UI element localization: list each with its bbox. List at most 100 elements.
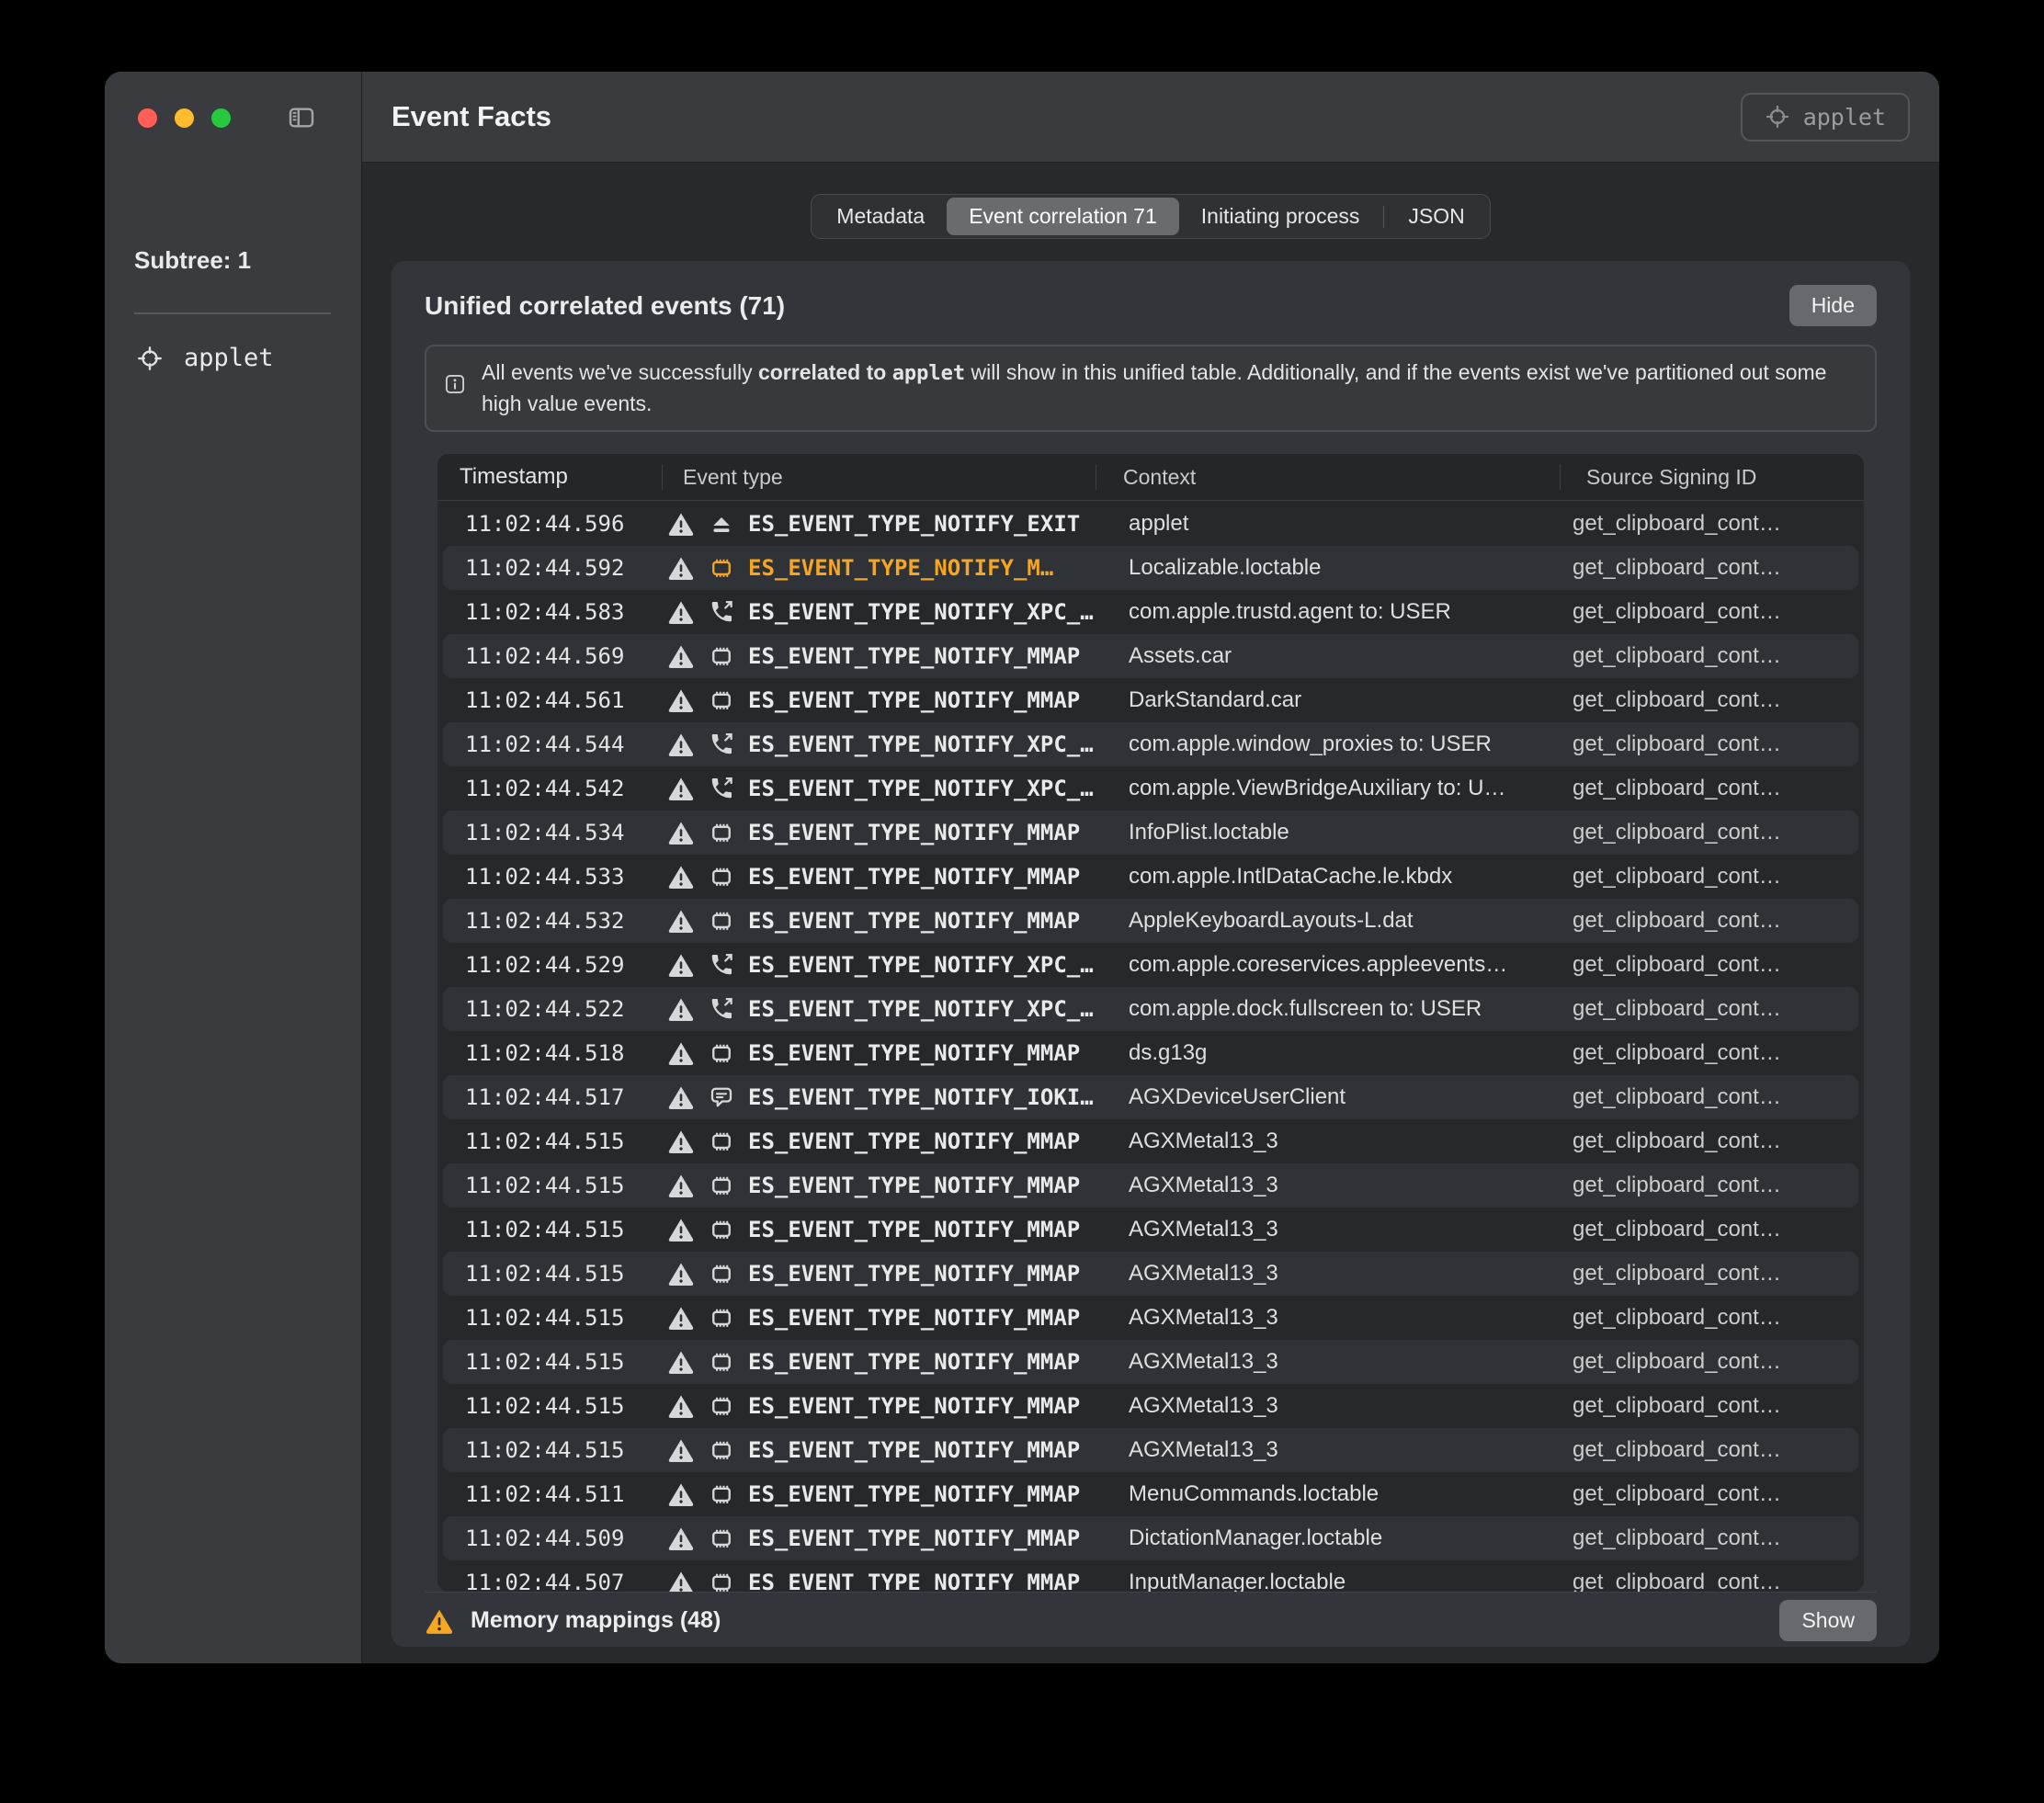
- cell-timestamp: 11:02:44.518: [465, 1040, 625, 1066]
- show-button[interactable]: Show: [1779, 1600, 1877, 1641]
- cell-source-signing-id: get_clipboard_cont…: [1573, 1525, 1781, 1550]
- cell-event-type: ES_EVENT_TYPE_NOTIFY_MMAP: [667, 907, 1101, 935]
- memory-chip-icon: [708, 1392, 735, 1420]
- table-row[interactable]: 11:02:44.561 ES_EVENT_TYPE_NOTIFY_MMAP D…: [443, 678, 1858, 722]
- info-text: All events we've successfully correlated…: [482, 360, 1827, 415]
- warning-icon: [667, 1436, 695, 1464]
- table-row[interactable]: 11:02:44.592 ES_EVENT_TYPE_NOTIFY_M… Loc…: [443, 546, 1858, 590]
- cell-context: AGXMetal13_3: [1129, 1349, 1278, 1374]
- cell-timestamp: 11:02:44.515: [465, 1305, 625, 1331]
- table-row[interactable]: 11:02:44.509 ES_EVENT_TYPE_NOTIFY_MMAP D…: [443, 1516, 1858, 1560]
- cell-timestamp: 11:02:44.583: [465, 599, 625, 625]
- table-row[interactable]: 11:02:44.534 ES_EVENT_TYPE_NOTIFY_MMAP I…: [443, 811, 1858, 855]
- cell-context: DarkStandard.car: [1129, 687, 1302, 712]
- cell-context: InfoPlist.loctable: [1129, 820, 1289, 845]
- cell-source-signing-id: get_clipboard_cont…: [1573, 599, 1781, 624]
- event-type-label: ES_EVENT_TYPE_NOTIFY_XPC_…: [748, 996, 1094, 1022]
- info-icon: [443, 372, 467, 396]
- warning-icon: [667, 907, 695, 935]
- table-row[interactable]: 11:02:44.569 ES_EVENT_TYPE_NOTIFY_MMAP A…: [443, 634, 1858, 678]
- table-row[interactable]: 11:02:44.529 ES_EVENT_TYPE_NOTIFY_XPC_… …: [443, 943, 1858, 987]
- warning-icon: [667, 995, 695, 1023]
- cell-context: com.apple.window_proxies to: USER: [1129, 731, 1492, 756]
- cell-event-type: ES_EVENT_TYPE_NOTIFY_MMAP: [667, 819, 1101, 846]
- panel-header: Unified correlated events (71) Hide: [425, 285, 1877, 326]
- event-type-label: ES_EVENT_TYPE_NOTIFY_MMAP: [748, 1525, 1081, 1551]
- tab-initiating-process[interactable]: Initiating process: [1179, 198, 1382, 235]
- cell-context: Assets.car: [1129, 643, 1232, 668]
- event-type-label: ES_EVENT_TYPE_NOTIFY_XPC_…: [748, 599, 1094, 625]
- table-row[interactable]: 11:02:44.532 ES_EVENT_TYPE_NOTIFY_MMAP A…: [443, 899, 1858, 943]
- table-row[interactable]: 11:02:44.517 ES_EVENT_TYPE_NOTIFY_IOKI… …: [443, 1075, 1858, 1119]
- target-applet-label: applet: [1802, 103, 1886, 130]
- cell-source-signing-id: get_clipboard_cont…: [1573, 1481, 1781, 1506]
- cell-event-type: ES_EVENT_TYPE_NOTIFY_XPC_…: [667, 951, 1101, 979]
- cell-event-type: ES_EVENT_TYPE_NOTIFY_XPC_…: [667, 731, 1101, 758]
- cell-timestamp: 11:02:44.569: [465, 643, 625, 669]
- warning-icon: [667, 554, 695, 582]
- cell-event-type: ES_EVENT_TYPE_NOTIFY_XPC_…: [667, 775, 1101, 802]
- cell-context: InputManager.loctable: [1129, 1570, 1346, 1592]
- table-row[interactable]: 11:02:44.522 ES_EVENT_TYPE_NOTIFY_XPC_… …: [443, 987, 1858, 1031]
- speech-bubble-icon: [708, 1083, 735, 1111]
- memory-chip-icon: [708, 1436, 735, 1464]
- target-applet-button[interactable]: applet: [1740, 92, 1910, 142]
- table-row[interactable]: 11:02:44.507 ES_EVENT_TYPE_NOTIFY_MMAP I…: [443, 1560, 1858, 1592]
- cell-context: com.apple.trustd.agent to: USER: [1129, 599, 1451, 624]
- table-row[interactable]: 11:02:44.515 ES_EVENT_TYPE_NOTIFY_MMAP A…: [443, 1163, 1858, 1208]
- table-row[interactable]: 11:02:44.544 ES_EVENT_TYPE_NOTIFY_XPC_… …: [443, 722, 1858, 766]
- table-row[interactable]: 11:02:44.511 ES_EVENT_TYPE_NOTIFY_MMAP M…: [443, 1472, 1858, 1516]
- event-type-label: ES_EVENT_TYPE_NOTIFY_MMAP: [748, 687, 1081, 713]
- cell-event-type: ES_EVENT_TYPE_NOTIFY_MMAP: [667, 686, 1101, 714]
- table-row[interactable]: 11:02:44.515 ES_EVENT_TYPE_NOTIFY_MMAP A…: [443, 1384, 1858, 1428]
- memory-mappings-bar: Memory mappings (48) Show: [425, 1592, 1877, 1647]
- warning-icon: [667, 1083, 695, 1111]
- table-row[interactable]: 11:02:44.515 ES_EVENT_TYPE_NOTIFY_MMAP A…: [443, 1340, 1858, 1384]
- sidebar-item-applet[interactable]: applet: [136, 344, 274, 372]
- sidebar-toggle-icon[interactable]: [285, 103, 318, 132]
- table-row[interactable]: 11:02:44.515 ES_EVENT_TYPE_NOTIFY_MMAP A…: [443, 1208, 1858, 1252]
- cell-context: com.apple.IntlDataCache.le.kbdx: [1129, 864, 1453, 889]
- cell-timestamp: 11:02:44.507: [465, 1570, 625, 1592]
- table-row[interactable]: 11:02:44.515 ES_EVENT_TYPE_NOTIFY_MMAP A…: [443, 1252, 1858, 1296]
- memory-chip-icon: [708, 819, 735, 846]
- memory-chip-icon: [708, 1128, 735, 1155]
- tab-event-correlation-71[interactable]: Event correlation 71: [947, 198, 1179, 235]
- sidebar-divider: [134, 312, 331, 314]
- tab-json[interactable]: JSON: [1386, 198, 1486, 235]
- cell-timestamp: 11:02:44.515: [465, 1437, 625, 1463]
- cell-timestamp: 11:02:44.534: [465, 820, 625, 845]
- tab-metadata[interactable]: Metadata: [814, 198, 947, 235]
- event-type-label: ES_EVENT_TYPE_NOTIFY_MMAP: [748, 1305, 1081, 1331]
- cell-source-signing-id: get_clipboard_cont…: [1573, 1173, 1781, 1197]
- table-row[interactable]: 11:02:44.533 ES_EVENT_TYPE_NOTIFY_MMAP c…: [443, 855, 1858, 899]
- warning-icon: [667, 775, 695, 802]
- cell-source-signing-id: get_clipboard_cont…: [1573, 1128, 1781, 1153]
- title-bar: Event Facts applet: [362, 72, 1939, 163]
- table-row[interactable]: 11:02:44.515 ES_EVENT_TYPE_NOTIFY_MMAP A…: [443, 1119, 1858, 1163]
- cell-source-signing-id: get_clipboard_cont…: [1573, 952, 1781, 977]
- memory-chip-icon: [708, 863, 735, 890]
- warning-icon: [667, 1172, 695, 1199]
- cell-event-type: ES_EVENT_TYPE_NOTIFY_MMAP: [667, 642, 1101, 670]
- table-row[interactable]: 11:02:44.515 ES_EVENT_TYPE_NOTIFY_MMAP A…: [443, 1428, 1858, 1472]
- warning-icon: [667, 1304, 695, 1332]
- zoom-window-button[interactable]: [211, 108, 231, 128]
- memory-chip-icon: [708, 1304, 735, 1332]
- minimize-window-button[interactable]: [175, 108, 194, 128]
- phone-call-icon: [708, 995, 735, 1023]
- cell-context: AGXMetal13_3: [1129, 1173, 1278, 1197]
- cell-timestamp: 11:02:44.515: [465, 1217, 625, 1242]
- cell-timestamp: 11:02:44.544: [465, 731, 625, 757]
- table-row[interactable]: 11:02:44.518 ES_EVENT_TYPE_NOTIFY_MMAP d…: [443, 1031, 1858, 1075]
- table-row[interactable]: 11:02:44.542 ES_EVENT_TYPE_NOTIFY_XPC_… …: [443, 766, 1858, 811]
- table-row[interactable]: 11:02:44.515 ES_EVENT_TYPE_NOTIFY_MMAP A…: [443, 1296, 1858, 1340]
- close-window-button[interactable]: [138, 108, 157, 128]
- table-row[interactable]: 11:02:44.583 ES_EVENT_TYPE_NOTIFY_XPC_… …: [443, 590, 1858, 634]
- memory-chip-icon: [708, 686, 735, 714]
- event-type-label: ES_EVENT_TYPE_NOTIFY_MMAP: [748, 1570, 1081, 1592]
- cell-context: AGXMetal13_3: [1129, 1437, 1278, 1462]
- table-row[interactable]: 11:02:44.596 ES_EVENT_TYPE_NOTIFY_EXIT a…: [443, 502, 1858, 546]
- cell-timestamp: 11:02:44.532: [465, 908, 625, 934]
- hide-button[interactable]: Hide: [1788, 285, 1877, 326]
